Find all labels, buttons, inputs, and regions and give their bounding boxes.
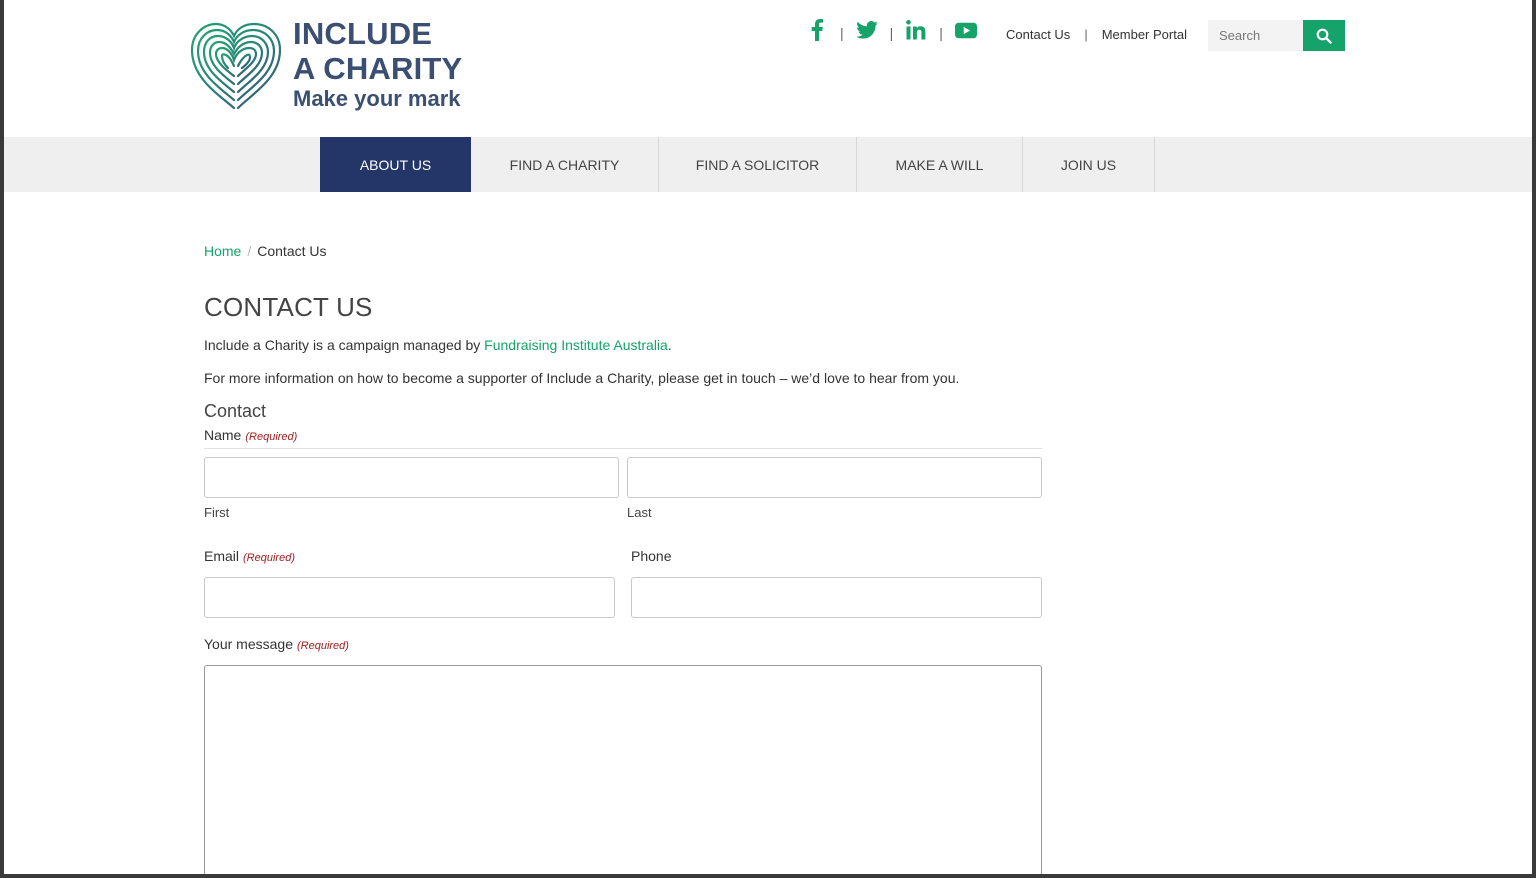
info-text: For more information on how to become a … — [204, 370, 960, 386]
required-marker: (Required) — [245, 431, 298, 443]
first-name-input[interactable] — [204, 457, 619, 498]
nav-item-find-a-solicitor[interactable]: FIND A SOLICITOR — [659, 137, 857, 192]
required-marker: (Required) — [296, 640, 349, 652]
logo-tagline: Make your mark — [293, 86, 461, 111]
member-portal-link[interactable]: Member Portal — [1102, 27, 1187, 42]
linkedin-icon[interactable] — [905, 18, 927, 42]
phone-label: Phone — [631, 548, 672, 564]
message-label: Your message (Required) — [204, 636, 349, 652]
intro-text: Include a Charity is a campaign managed … — [204, 337, 672, 353]
search-icon — [1316, 28, 1332, 44]
social-links: | | | — [806, 18, 977, 42]
phone-field[interactable] — [631, 577, 1042, 618]
link-separator: | — [1084, 27, 1088, 42]
youtube-icon[interactable] — [954, 18, 977, 42]
page-title: CONTACT US — [204, 292, 373, 322]
search-form — [1208, 20, 1345, 51]
social-separator: | — [889, 25, 894, 41]
main-nav: ABOUT US FIND A CHARITY FIND A SOLICITOR… — [4, 137, 1532, 192]
page: INCLUDE A CHARITY Make your mark | | | C… — [4, 0, 1532, 874]
logo-line-2: A CHARITY — [293, 51, 463, 86]
email-label: Email (Required) — [204, 548, 295, 564]
facebook-icon[interactable] — [806, 18, 828, 42]
logo-wordmark: INCLUDE A CHARITY Make your mark — [293, 18, 462, 110]
site-logo[interactable]: INCLUDE A CHARITY Make your mark — [188, 18, 478, 112]
social-separator: | — [939, 25, 943, 41]
breadcrumb-current: Contact Us — [257, 243, 327, 259]
nav-item-find-a-charity[interactable]: FIND A CHARITY — [471, 137, 659, 192]
required-marker: (Required) — [243, 552, 295, 564]
first-sublabel: First — [204, 505, 230, 520]
intro-prefix: Include a Charity is a campaign managed … — [204, 337, 485, 353]
contact-us-link[interactable]: Contact Us — [1006, 27, 1070, 42]
name-label: Name (Required) — [204, 427, 297, 443]
last-name-input[interactable] — [627, 457, 1042, 498]
breadcrumb-home-link[interactable]: Home — [204, 243, 241, 259]
nav-item-about-us[interactable]: ABOUT US — [320, 137, 471, 192]
fia-link[interactable]: Fundraising Institute Australia — [484, 337, 668, 353]
breadcrumb-separator: / — [247, 243, 252, 259]
form-title: Contact — [204, 401, 267, 421]
fingerprint-heart-icon — [190, 22, 282, 110]
message-textarea[interactable] — [204, 665, 1042, 874]
utility-links: Contact Us | Member Portal — [1006, 27, 1187, 42]
search-button[interactable] — [1303, 20, 1345, 51]
email-label-text: Email — [204, 548, 240, 564]
email-field[interactable] — [204, 577, 615, 618]
message-label-text: Your message — [204, 636, 293, 652]
nav-item-make-a-will[interactable]: MAKE A WILL — [857, 137, 1023, 192]
logo-line-1: INCLUDE — [293, 16, 433, 51]
name-divider — [204, 448, 1042, 449]
breadcrumb: Home / Contact Us — [204, 243, 327, 259]
twitter-icon[interactable] — [855, 18, 878, 42]
social-separator: | — [840, 25, 844, 41]
name-label-text: Name — [204, 427, 242, 443]
nav-item-join-us[interactable]: JOIN US — [1023, 137, 1155, 192]
search-input[interactable] — [1208, 20, 1303, 51]
last-sublabel: Last — [627, 505, 652, 520]
intro-suffix: . — [667, 337, 672, 353]
